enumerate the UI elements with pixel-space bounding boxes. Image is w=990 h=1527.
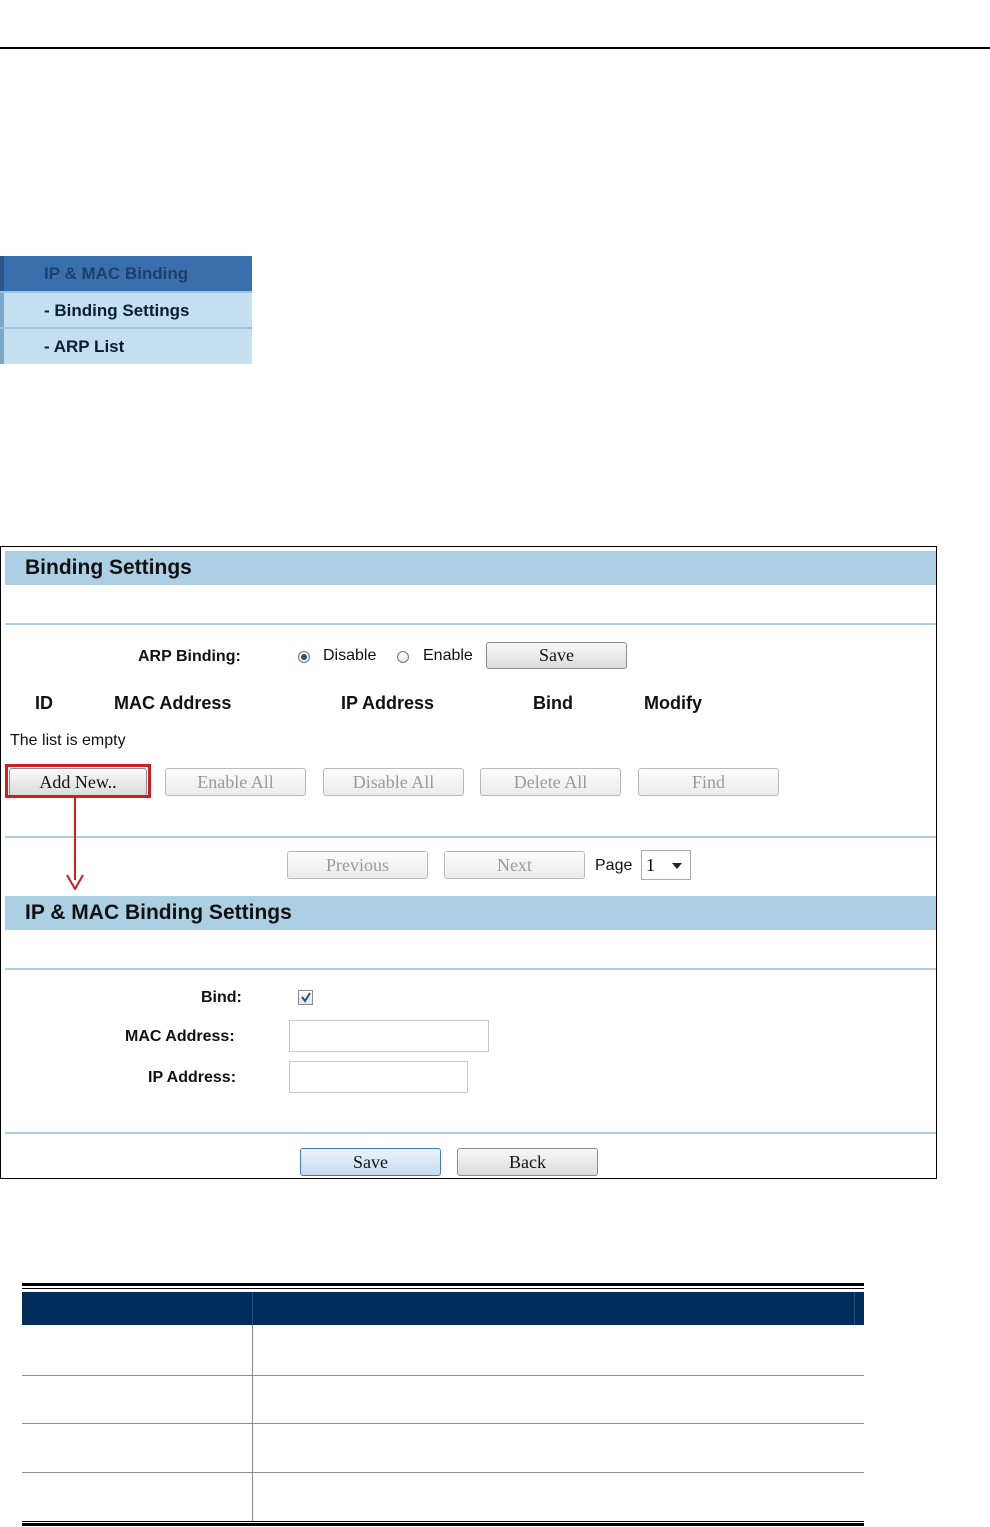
arrow-down-icon [66, 874, 84, 890]
table-row-divider [22, 1472, 864, 1473]
back-button[interactable]: Back [457, 1148, 598, 1176]
table-row-divider [22, 1423, 864, 1424]
add-new-highlight-box [5, 764, 151, 798]
parameter-table [22, 1283, 864, 1526]
empty-list-text: The list is empty [10, 732, 126, 749]
save-button[interactable]: Save [300, 1148, 441, 1176]
page-label: Page [595, 857, 633, 874]
find-button[interactable]: Find [638, 768, 779, 796]
table-bottom-rule [22, 1521, 864, 1522]
page-select[interactable]: 1 [641, 850, 691, 880]
ip-mac-settings-title: IP & MAC Binding Settings [25, 901, 292, 924]
binding-settings-header: Binding Settings [5, 551, 936, 585]
mac-address-input[interactable] [289, 1020, 489, 1052]
bind-label: Bind: [201, 989, 242, 1006]
ip-mac-settings-header: IP & MAC Binding Settings [5, 896, 936, 930]
table-row-divider [22, 1375, 864, 1376]
menu-item-binding-settings[interactable]: - Binding Settings [0, 293, 252, 328]
column-modify: Modify [644, 693, 702, 713]
column-bind: Bind [533, 693, 573, 713]
binding-panel: Binding Settings ARP Binding: Disable En… [0, 546, 937, 1179]
checkmark-icon [301, 992, 311, 1003]
bind-checkbox[interactable] [298, 990, 313, 1005]
disable-all-button[interactable]: Disable All [323, 768, 464, 796]
table-top-rule [22, 1283, 864, 1286]
sidebar-menu: IP & MAC Binding - Binding Settings - AR… [0, 256, 252, 364]
arp-save-button[interactable]: Save [486, 642, 627, 669]
divider [5, 1132, 936, 1134]
enable-radio-label: Enable [423, 647, 473, 664]
menu-item-arp-list[interactable]: - ARP List [0, 329, 252, 364]
table-header-divider [252, 1292, 253, 1325]
next-button[interactable]: Next [444, 851, 585, 879]
table-header [22, 1292, 864, 1325]
red-arrow-line [74, 798, 76, 880]
divider [5, 623, 936, 625]
disable-radio-label: Disable [323, 647, 377, 664]
divider [5, 968, 936, 970]
column-id: ID [35, 693, 53, 713]
divider [5, 836, 936, 838]
binding-settings-title: Binding Settings [25, 556, 192, 579]
delete-all-button[interactable]: Delete All [480, 768, 621, 796]
column-ip-address: IP Address [341, 693, 435, 713]
chevron-down-icon [672, 863, 682, 869]
enable-all-button[interactable]: Enable All [165, 768, 306, 796]
enable-radio[interactable] [397, 651, 409, 663]
arp-binding-label: ARP Binding: [138, 648, 241, 665]
table-bottom-rule [22, 1523, 864, 1526]
mac-address-label: MAC Address: [125, 1028, 235, 1045]
column-mac-address: MAC Address [114, 693, 232, 713]
top-rule [0, 47, 990, 49]
page-select-value: 1 [646, 855, 655, 875]
menu-item-ip-mac-binding[interactable]: IP & MAC Binding [0, 256, 252, 291]
ip-address-label: IP Address: [148, 1069, 237, 1086]
table-top-rule [22, 1288, 864, 1289]
disable-radio[interactable] [298, 651, 310, 663]
previous-button[interactable]: Previous [287, 851, 428, 879]
table-header-divider [854, 1292, 855, 1325]
ip-address-input[interactable] [289, 1061, 468, 1093]
